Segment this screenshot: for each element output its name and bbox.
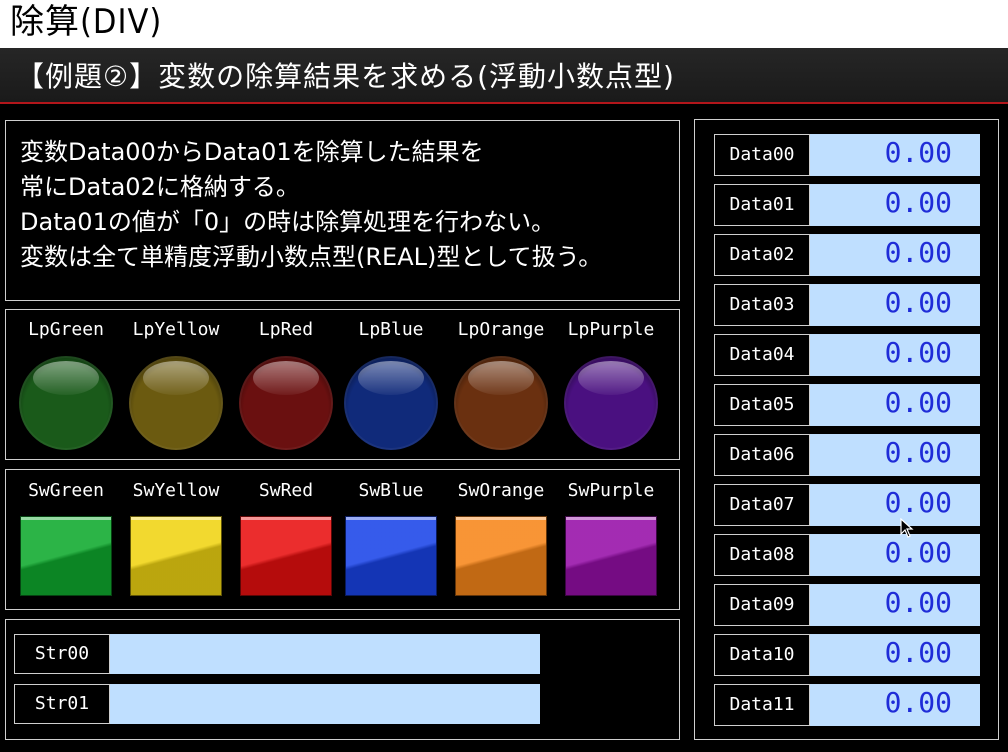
data-label: Data04 [714, 334, 810, 376]
data-label: Data09 [714, 584, 810, 626]
switch-label: SwOrange [457, 480, 545, 501]
page-title: 除算(DIV) [10, 2, 163, 42]
data-value: 0.00 [884, 536, 952, 569]
string-label: Str01 [14, 684, 110, 724]
description-line: Data01の値が「0」の時は除算処理を行わない。 [20, 208, 556, 236]
switch-red-button[interactable] [240, 516, 332, 596]
switch-purple-button[interactable] [565, 516, 657, 596]
data-label: Data05 [714, 384, 810, 426]
data-value-field[interactable]: 0.00 [810, 584, 980, 626]
data-value: 0.00 [884, 136, 952, 169]
data-value: 0.00 [884, 386, 952, 419]
lamp-orange-indicator [454, 356, 548, 450]
string-value-field[interactable] [110, 634, 540, 674]
data-label: Data10 [714, 634, 810, 676]
data-label: Data08 [714, 534, 810, 576]
data-label: Data00 [714, 134, 810, 176]
lamp-red-indicator [239, 356, 333, 450]
description-line: 変数Data00からData01を除算した結果を [20, 138, 484, 166]
lamp-label: LpGreen [28, 319, 104, 340]
lamp-blue-indicator [344, 356, 438, 450]
data-label: Data06 [714, 434, 810, 476]
data-value-field[interactable]: 0.00 [810, 434, 980, 476]
description-line: 変数は全て単精度浮動小数点型(REAL)型として扱う。 [20, 243, 603, 271]
data-value: 0.00 [884, 336, 952, 369]
switch-yellow-button[interactable] [130, 516, 222, 596]
example-subtitle: 【例題②】変数の除算結果を求める(浮動小数点型) [16, 60, 675, 93]
string-label: Str00 [14, 634, 110, 674]
data-value: 0.00 [884, 436, 952, 469]
switch-label: SwBlue [358, 480, 424, 501]
lamp-purple-indicator [564, 356, 658, 450]
data-value: 0.00 [884, 586, 952, 619]
data-label: Data07 [714, 484, 810, 526]
lamp-label: LpBlue [358, 319, 424, 340]
switch-label: SwPurple [567, 480, 655, 501]
data-label: Data03 [714, 284, 810, 326]
data-value-field[interactable]: 0.00 [810, 234, 980, 276]
string-panel: Str00 Str01 [5, 619, 680, 740]
lamp-label: LpPurple [567, 319, 655, 340]
data-value: 0.00 [884, 186, 952, 219]
description-line: 常にData02に格納する。 [20, 173, 300, 201]
description-panel: 変数Data00からData01を除算した結果を 常にData02に格納する。 … [5, 120, 680, 301]
data-panel: Data00 0.00 Data01 0.00 Data02 0.00 Data03 0.00… [694, 119, 999, 740]
data-value: 0.00 [884, 236, 952, 269]
lamp-label: LpYellow [132, 319, 220, 340]
switch-panel: SwGreen SwYellow SwRed SwBlue SwOrange SwPurp… [5, 469, 680, 610]
string-value-field[interactable] [110, 684, 540, 724]
data-value: 0.00 [884, 686, 952, 719]
data-value: 0.00 [884, 486, 952, 519]
data-value-field[interactable]: 0.00 [810, 184, 980, 226]
switch-label: SwRed [258, 480, 314, 501]
lamp-panel: LpGreen LpYellow LpRed LpBlue LpOrange LpPurp… [5, 309, 680, 460]
data-value-field[interactable]: 0.00 [810, 384, 980, 426]
lamp-label: LpRed [258, 319, 314, 340]
data-value-field[interactable]: 0.00 [810, 534, 980, 576]
switch-blue-button[interactable] [345, 516, 437, 596]
subtitle-bar: 【例題②】変数の除算結果を求める(浮動小数点型) [0, 48, 1008, 104]
title-bar: 除算(DIV) [0, 0, 1008, 48]
switch-green-button[interactable] [20, 516, 112, 596]
data-label: Data01 [714, 184, 810, 226]
data-value-field[interactable]: 0.00 [810, 284, 980, 326]
data-value: 0.00 [884, 286, 952, 319]
data-value-field[interactable]: 0.00 [810, 484, 980, 526]
data-value-field[interactable]: 0.00 [810, 134, 980, 176]
switch-label: SwGreen [28, 480, 104, 501]
switch-label: SwYellow [132, 480, 220, 501]
lamp-yellow-indicator [129, 356, 223, 450]
lamp-green-indicator [19, 356, 113, 450]
data-value: 0.00 [884, 636, 952, 669]
data-label: Data11 [714, 684, 810, 726]
lamp-label: LpOrange [457, 319, 545, 340]
data-label: Data02 [714, 234, 810, 276]
data-value-field[interactable]: 0.00 [810, 634, 980, 676]
data-value-field[interactable]: 0.00 [810, 684, 980, 726]
data-value-field[interactable]: 0.00 [810, 334, 980, 376]
switch-orange-button[interactable] [455, 516, 547, 596]
